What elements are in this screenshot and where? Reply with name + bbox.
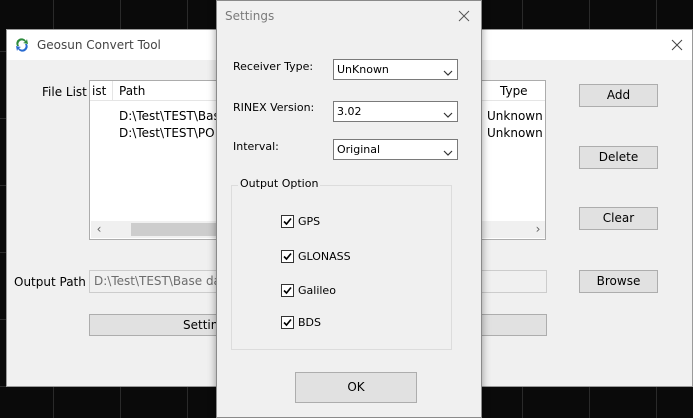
glonass-checkbox[interactable] (281, 250, 294, 263)
scroll-left-icon[interactable]: ‹ (91, 221, 107, 238)
gps-checkbox[interactable] (281, 215, 294, 228)
chevron-down-icon (443, 146, 453, 156)
window-title: Geosun Convert Tool (37, 38, 161, 52)
rinex-version-select[interactable]: 3.02 (333, 101, 458, 122)
browse-button[interactable]: Browse (579, 270, 658, 293)
close-icon[interactable] (668, 36, 686, 54)
column-header-type[interactable]: Type (500, 84, 528, 98)
table-row-type[interactable]: Unknown (487, 126, 543, 140)
output-option-group: Output Option GPS GLONASS Galileo BDS (231, 177, 452, 350)
checkmark-icon (283, 286, 292, 295)
rinex-version-label: RINEX Version: (233, 101, 315, 114)
interval-value: Original (337, 143, 381, 156)
table-row-path[interactable]: D:\Test\TEST\PO (119, 126, 215, 140)
interval-label: Interval: (233, 140, 279, 153)
clear-button[interactable]: Clear (579, 207, 658, 230)
checkmark-icon (283, 318, 292, 327)
galileo-checkbox[interactable] (281, 284, 294, 297)
bds-label[interactable]: BDS (298, 316, 321, 329)
scroll-right-icon[interactable]: › (530, 221, 545, 238)
column-header-ist[interactable]: ist (92, 84, 106, 98)
close-icon[interactable] (455, 7, 473, 25)
column-header-path[interactable]: Path (119, 84, 145, 98)
convert-tool-icon (14, 37, 30, 53)
delete-button[interactable]: Delete (579, 146, 658, 169)
bds-checkbox[interactable] (281, 316, 294, 329)
table-row-path[interactable]: D:\Test\TEST\Bas (119, 109, 220, 123)
chevron-down-icon (443, 108, 453, 118)
rinex-version-value: 3.02 (337, 105, 362, 118)
interval-select[interactable]: Original (333, 139, 458, 160)
file-list-label: File List (42, 85, 87, 99)
output-path-label: Output Path (14, 275, 86, 289)
receiver-type-label: Receiver Type: (233, 60, 314, 73)
receiver-type-select[interactable]: UnKnown (333, 59, 458, 80)
table-row-type[interactable]: Unknown (487, 109, 543, 123)
checkmark-icon (283, 217, 292, 226)
receiver-type-value: UnKnown (337, 63, 389, 76)
gps-label[interactable]: GPS (298, 215, 320, 228)
dialog-title: Settings (225, 9, 275, 23)
glonass-label[interactable]: GLONASS (298, 250, 351, 263)
chevron-down-icon (443, 66, 453, 76)
galileo-label[interactable]: Galileo (298, 284, 336, 297)
settings-dialog: Settings Receiver Type: UnKnown RINEX Ve… (216, 0, 482, 418)
dialog-titlebar[interactable]: Settings (217, 1, 481, 31)
add-button[interactable]: Add (579, 84, 658, 107)
column-separator[interactable] (112, 81, 113, 101)
output-option-label: Output Option (238, 177, 321, 190)
ok-button[interactable]: OK (295, 372, 417, 403)
checkmark-icon (283, 252, 292, 261)
